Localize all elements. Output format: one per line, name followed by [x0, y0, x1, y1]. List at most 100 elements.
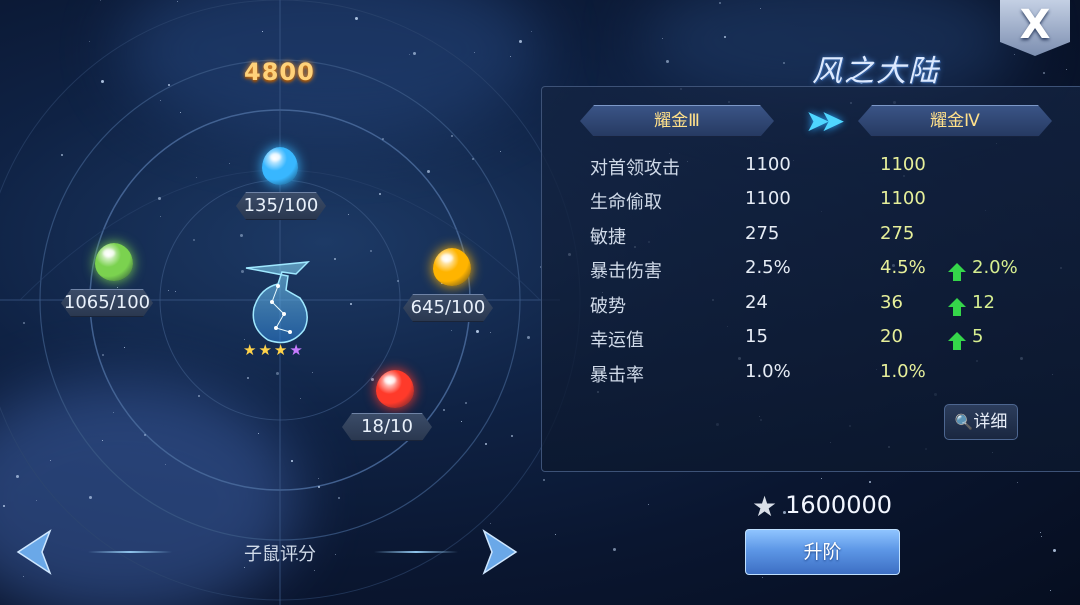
stat-next: 4.5% — [880, 257, 926, 278]
background-star — [228, 163, 230, 165]
stat-increase-value: 12 — [972, 292, 995, 313]
background-star — [192, 238, 195, 241]
rank-arrow-icon: ➤➤ — [805, 104, 845, 139]
zodiac-rating-label: 子鼠评分 — [244, 544, 316, 565]
stat-next: 275 — [880, 223, 915, 244]
stat-row: 生命偷取 1100 1100 — [590, 188, 1060, 216]
background-star — [509, 55, 511, 57]
stat-current: 1100 — [745, 154, 791, 175]
stat-row: 对首领攻击 1100 1100 — [590, 154, 1060, 182]
background-star — [1065, 68, 1067, 70]
background-star — [290, 459, 293, 462]
stat-next: 1.0% — [880, 361, 926, 382]
background-star — [247, 376, 250, 379]
background-star — [1040, 536, 1042, 538]
background-star — [443, 408, 446, 411]
stat-increase-value: 2.0% — [972, 257, 1018, 278]
star-currency-icon: ★ — [752, 490, 778, 523]
red-gem-icon[interactable] — [376, 370, 414, 408]
stat-current: 15 — [745, 326, 768, 347]
stat-increase: 5 — [948, 326, 984, 350]
red-gem-count: 18/10 — [342, 413, 432, 441]
constellation-star-rating: ★ ★ ★ ★ — [243, 342, 303, 358]
stat-name: 幸运值 — [590, 330, 644, 351]
green-gem-icon[interactable] — [95, 243, 133, 281]
background-star — [317, 485, 320, 488]
background-star — [261, 30, 263, 32]
background-star — [450, 134, 453, 137]
stat-current: 1100 — [745, 188, 791, 209]
stat-name: 生命偷取 — [590, 192, 662, 213]
stat-next: 20 — [880, 326, 903, 347]
prev-arrow-button[interactable] — [16, 529, 52, 575]
stat-current: 275 — [745, 223, 780, 244]
background-star — [167, 84, 170, 87]
stat-next: 36 — [880, 292, 903, 313]
background-star — [379, 192, 382, 195]
blue-gem-icon[interactable] — [262, 147, 298, 185]
game-screen: 4800 135/100 1065/100 645/100 18/10 ★ ★ … — [0, 0, 1080, 605]
divider-left — [88, 551, 172, 553]
stat-row: 敏捷 275 275 — [590, 223, 1060, 251]
detail-label: 详细 — [973, 412, 1008, 432]
rating-star-icon: ★ — [258, 341, 272, 359]
background-star — [396, 280, 399, 283]
rat-constellation-icon[interactable] — [238, 258, 318, 348]
rating-star-icon: ★ — [273, 341, 288, 359]
background-star — [165, 463, 167, 465]
background-star — [499, 150, 501, 152]
background-star — [89, 495, 93, 499]
background-star — [22, 322, 25, 325]
next-arrow-button[interactable] — [482, 529, 518, 575]
upgrade-cost: ★ 1600000 — [752, 490, 892, 523]
background-star — [334, 553, 336, 555]
background-star — [311, 371, 313, 373]
up-arrow-icon — [948, 298, 966, 316]
yellow-gem-icon[interactable] — [433, 248, 471, 286]
blue-gem-count: 135/100 — [236, 192, 326, 220]
stat-name: 暴击伤害 — [590, 261, 662, 282]
stat-current: 2.5% — [745, 257, 791, 278]
background-star — [666, 59, 670, 63]
current-rank-tab: 耀金Ⅲ — [580, 105, 774, 137]
cost-amount: 1600000 — [785, 491, 892, 519]
background-star — [176, 0, 178, 2]
detail-button[interactable]: 🔍详细 — [944, 404, 1018, 440]
green-gem-count: 1065/100 — [61, 289, 153, 317]
magnifier-icon: 🔍 — [954, 413, 974, 431]
background-star — [349, 303, 352, 306]
background-star — [101, 353, 104, 356]
next-rank-tab: 耀金Ⅳ — [858, 105, 1052, 137]
up-arrow-icon — [948, 332, 966, 350]
stat-increase-value: 5 — [972, 326, 984, 347]
background-star — [275, 371, 279, 375]
stat-name: 破势 — [590, 296, 626, 317]
up-arrow-icon — [948, 263, 966, 281]
stat-name: 对首领攻击 — [590, 158, 680, 179]
background-star — [542, 479, 545, 482]
game-logo: 风之大陆 — [812, 54, 940, 89]
stat-name: 敏捷 — [590, 227, 626, 248]
background-star — [782, 61, 785, 64]
upgrade-button[interactable]: 升阶 — [745, 529, 900, 575]
stat-row: 幸运值 15 20 5 — [590, 326, 1060, 354]
background-star — [820, 477, 822, 479]
stat-current: 1.0% — [745, 361, 791, 382]
stat-name: 暴击率 — [590, 365, 644, 386]
background-star — [1013, 53, 1015, 55]
stat-increase: 2.0% — [948, 257, 1018, 281]
background-star — [197, 394, 200, 397]
stat-current: 24 — [745, 292, 768, 313]
stat-row: 暴击率 1.0% 1.0% — [590, 361, 1060, 389]
zodiac-score: 4800 — [244, 58, 315, 86]
stat-row: 破势 24 36 12 — [590, 292, 1060, 320]
background-star — [239, 234, 243, 238]
rating-star-icon: ★ — [243, 341, 257, 359]
background-star — [661, 37, 663, 39]
divider-right — [374, 551, 458, 553]
stat-next: 1100 — [880, 154, 926, 175]
background-star — [460, 420, 462, 422]
yellow-gem-count: 645/100 — [403, 294, 493, 322]
stat-increase: 12 — [948, 292, 995, 316]
background-star — [1039, 531, 1041, 533]
